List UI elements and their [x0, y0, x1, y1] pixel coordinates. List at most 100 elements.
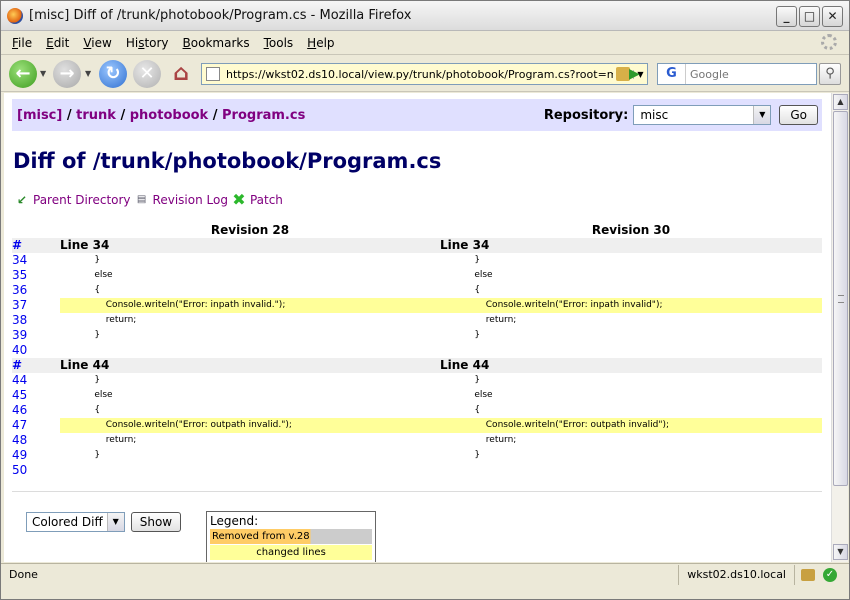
diff-row: 36 { { — [12, 283, 822, 298]
status-text: Done — [9, 568, 38, 581]
menu-tools[interactable]: Tools — [259, 36, 299, 50]
firefox-logo-icon — [7, 8, 23, 24]
hunk-header-row: # Line 34 Line 34 — [12, 238, 822, 253]
checkmark-icon[interactable]: ✓ — [823, 567, 837, 582]
line-number-link[interactable]: 35 — [12, 268, 60, 283]
menu-bookmarks[interactable]: Bookmarks — [178, 36, 255, 50]
forward-history-dropdown-icon[interactable]: ▼ — [85, 69, 91, 78]
parent-directory-label[interactable]: Parent Directory — [33, 193, 131, 207]
line-number-link[interactable]: 48 — [12, 433, 60, 448]
search-magnifier-icon[interactable]: ⚲ — [819, 63, 841, 85]
menu-view[interactable]: View — [78, 36, 116, 50]
scroll-up-icon[interactable]: ▲ — [833, 94, 848, 110]
right-code-line: Console.writeln("Error: inpath invalid")… — [440, 298, 822, 313]
right-code-line — [440, 343, 822, 358]
legend: Legend: Removed from v.28 changed lines — [206, 511, 376, 562]
home-button[interactable]: ⌂ — [167, 60, 195, 88]
hash-label: # — [12, 238, 60, 253]
right-code-line: else — [440, 270, 493, 280]
parent-directory-link[interactable]: ↙ Parent Directory — [15, 193, 131, 207]
ssl-lock-icon[interactable] — [616, 67, 630, 81]
url-bar[interactable]: https://wkst02.ds10.local/view.py/trunk/… — [201, 63, 648, 85]
line-number-link[interactable]: 47 — [12, 418, 60, 433]
left-code-line: { — [60, 405, 101, 415]
diff-format-value: Colored Diff — [32, 515, 103, 529]
left-code-line: else — [60, 270, 113, 280]
menu-edit[interactable]: Edit — [41, 36, 74, 50]
navigation-toolbar: ← ▼ → ▼ ↻ ✕ ⌂ https://wkst02.ds10.local/… — [1, 54, 849, 92]
window-title: [misc] Diff of /trunk/photobook/Program.… — [29, 8, 412, 23]
go-arrow-icon[interactable]: ▶ — [629, 66, 640, 82]
revision-log-label[interactable]: Revision Log — [153, 193, 228, 207]
revision-log-link[interactable]: ▤ Revision Log — [135, 193, 228, 207]
left-hunk-header: Line 34 — [60, 238, 440, 253]
left-code-line: else — [60, 390, 113, 400]
scroll-down-icon[interactable]: ▼ — [833, 544, 848, 560]
line-number-link[interactable]: 34 — [12, 253, 60, 268]
title-bar[interactable]: [misc] Diff of /trunk/photobook/Program.… — [1, 1, 849, 31]
close-button[interactable]: ✕ — [822, 6, 843, 27]
legend-changed: changed lines — [210, 545, 372, 560]
right-code-line: } — [440, 450, 481, 460]
repository-select[interactable]: misc ▼ — [633, 105, 772, 125]
patch-link[interactable]: ✖ Patch — [232, 192, 283, 208]
menu-history[interactable]: History — [121, 36, 174, 50]
line-number-link[interactable]: 50 — [12, 463, 60, 478]
breadcrumb-photobook[interactable]: photobook — [130, 108, 208, 123]
page-content: [misc] / trunk / photobook / Program.cs … — [4, 93, 831, 562]
vertical-scrollbar[interactable]: ▲ ▼ — [831, 93, 848, 562]
diff-format-select[interactable]: Colored Diff ▼ — [26, 512, 125, 532]
diff-row: 50 — [12, 463, 822, 478]
patch-label[interactable]: Patch — [250, 193, 283, 207]
menu-file[interactable]: File — [7, 36, 37, 50]
stop-button[interactable]: ✕ — [133, 60, 161, 88]
breadcrumb-root[interactable]: [misc] — [17, 108, 62, 123]
line-number-link[interactable]: 44 — [12, 373, 60, 388]
left-revision-label: Revision 28 — [210, 223, 290, 237]
line-number-link[interactable]: 40 — [12, 343, 60, 358]
back-button[interactable]: ← — [9, 60, 37, 88]
line-number-link[interactable]: 46 — [12, 403, 60, 418]
log-icon: ▤ — [136, 194, 147, 205]
line-number-link[interactable]: 39 — [12, 328, 60, 343]
line-number-link[interactable]: 45 — [12, 388, 60, 403]
minimize-button[interactable]: _ — [776, 6, 797, 27]
repository-label: Repository: — [543, 107, 629, 123]
chevron-down-icon[interactable]: ▼ — [753, 106, 771, 124]
go-button[interactable]: Go — [779, 105, 818, 125]
line-number-link[interactable]: 37 — [12, 298, 60, 313]
diff-body: # Line 34 Line 34 34 } } 35 else else 36 { {3… — [12, 238, 822, 478]
breadcrumb: [misc] / trunk / photobook / Program.cs — [17, 107, 306, 123]
breadcrumb-trunk[interactable]: trunk — [76, 108, 116, 123]
show-button[interactable]: Show — [130, 512, 182, 532]
hash-label: # — [12, 358, 60, 373]
viewvc-header: [misc] / trunk / photobook / Program.cs … — [12, 99, 822, 131]
menu-help[interactable]: Help — [302, 36, 339, 50]
maximize-button[interactable]: □ — [799, 6, 820, 27]
diff-row: 38 return; return; — [12, 313, 822, 328]
reload-button[interactable]: ↻ — [99, 60, 127, 88]
right-code-line — [440, 463, 822, 478]
back-history-dropdown-icon[interactable]: ▼ — [40, 69, 46, 78]
action-links: ↙ Parent Directory ▤ Revision Log ✖ Patc… — [15, 192, 287, 208]
url-text[interactable]: https://wkst02.ds10.local/view.py/trunk/… — [226, 68, 613, 81]
status-host: wkst02.ds10.local — [678, 564, 795, 585]
search-engine-icon[interactable]: G — [658, 64, 686, 84]
diff-row: 39 } } — [12, 328, 822, 343]
search-input[interactable] — [686, 66, 811, 82]
line-number-link[interactable]: 49 — [12, 448, 60, 463]
scroll-thumb[interactable] — [833, 111, 848, 486]
diff-row: 44 } } — [12, 373, 822, 388]
line-number-link[interactable]: 38 — [12, 313, 60, 328]
right-code-line: } — [440, 255, 481, 265]
line-number-link[interactable]: 36 — [12, 283, 60, 298]
forward-button[interactable]: → — [53, 60, 81, 88]
left-code-line: } — [60, 450, 101, 460]
lock-icon[interactable] — [801, 568, 815, 581]
left-code-line: } — [60, 375, 101, 385]
status-bar: Done wkst02.ds10.local ✓ — [1, 563, 849, 585]
diff-row: 47 Console.writeln("Error: outpath inval… — [12, 418, 822, 433]
browser-window: [misc] Diff of /trunk/photobook/Program.… — [0, 0, 850, 600]
breadcrumb-file[interactable]: Program.cs — [222, 108, 305, 123]
chevron-down-icon[interactable]: ▼ — [106, 513, 124, 531]
